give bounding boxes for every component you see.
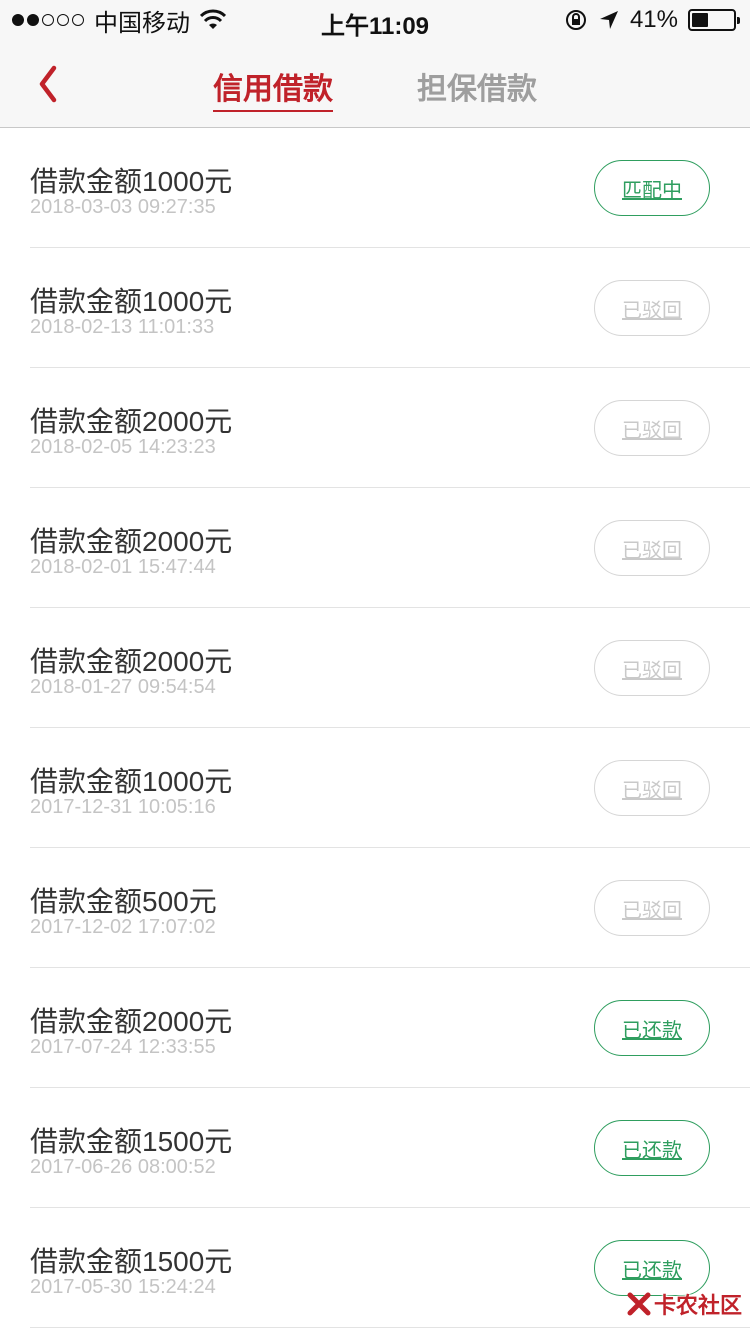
loan-status-button[interactable]: 已还款 <box>594 1120 710 1176</box>
rotation-lock-icon <box>565 10 586 30</box>
loan-date: 2018-02-05 14:23:23 <box>30 436 216 458</box>
loan-amount: 借款金额2000元 <box>30 646 233 677</box>
loan-date: 2018-01-27 09:54:54 <box>30 676 216 698</box>
loan-status-button[interactable]: 已还款 <box>594 1000 710 1056</box>
tab-credit-loan[interactable]: 信用借款 <box>213 64 333 112</box>
loan-status-button[interactable]: 已驳回 <box>594 520 710 576</box>
loan-amount: 借款金额1000元 <box>30 286 233 317</box>
loan-row[interactable]: 借款金额1000元 2018-03-03 09:27:35 匹配中 <box>30 128 750 248</box>
loan-status-button[interactable]: 已驳回 <box>594 400 710 456</box>
back-chevron-icon[interactable] <box>34 62 74 106</box>
loan-row[interactable]: 借款金额1500元 2017-06-26 08:00:52 已还款 <box>30 1088 750 1208</box>
nav-bar: 信用借款 担保借款 <box>0 40 750 128</box>
location-arrow-icon <box>599 11 618 29</box>
loan-amount: 借款金额2000元 <box>30 1006 233 1037</box>
loan-row[interactable]: 借款金额500元 2017-12-02 17:07:02 已驳回 <box>30 848 750 968</box>
loan-date: 2017-07-24 12:33:55 <box>30 1036 216 1058</box>
loan-list: 借款金额1000元 2018-03-03 09:27:35 匹配中 借款金额1000元… <box>0 128 750 1328</box>
loan-status-button[interactable]: 已驳回 <box>594 280 710 336</box>
watermark-text: 卡农社区 <box>653 1293 742 1318</box>
loan-row[interactable]: 借款金额2000元 2018-02-05 14:23:23 已驳回 <box>30 368 750 488</box>
loan-amount: 借款金额500元 <box>30 886 217 917</box>
loan-amount: 借款金额1000元 <box>30 766 233 797</box>
loan-date: 2017-12-02 17:07:02 <box>30 916 216 938</box>
loan-row[interactable]: 借款金额1000元 2017-12-31 10:05:16 已驳回 <box>30 728 750 848</box>
loan-row[interactable]: 借款金额2000元 2018-02-01 15:47:44 已驳回 <box>30 488 750 608</box>
loan-status-button[interactable]: 已驳回 <box>594 640 710 696</box>
battery-percent: 41% <box>629 6 678 33</box>
loan-row[interactable]: 借款金额2000元 2018-01-27 09:54:54 已驳回 <box>30 608 750 728</box>
loan-row[interactable]: 借款金额1000元 2018-02-13 11:01:33 已驳回 <box>30 248 750 368</box>
loan-status-button[interactable]: 已驳回 <box>594 760 710 816</box>
loan-status-button[interactable]: 匹配中 <box>594 160 710 216</box>
status-bar: 中国移动 上午11:09 41% <box>0 0 750 40</box>
tab-guarantee-loan[interactable]: 担保借款 <box>417 64 537 108</box>
loan-amount: 借款金额1500元 <box>30 1246 233 1277</box>
loan-amount: 借款金额2000元 <box>30 406 233 437</box>
loan-date: 2017-06-26 08:00:52 <box>30 1156 216 1178</box>
battery-icon <box>688 9 740 31</box>
watermark: 卡农社区 <box>626 1288 742 1320</box>
loan-row[interactable]: 借款金额2000元 2017-07-24 12:33:55 已还款 <box>30 968 750 1088</box>
loan-amount: 借款金额2000元 <box>30 526 233 557</box>
battery-fill <box>692 13 709 27</box>
status-right: 41% <box>564 6 740 34</box>
loan-date: 2018-03-03 09:27:35 <box>30 196 216 218</box>
loan-amount: 借款金额1000元 <box>30 166 233 197</box>
loan-date: 2017-05-30 15:24:24 <box>30 1276 216 1298</box>
watermark-logo-icon <box>627 1292 651 1316</box>
loan-date: 2018-02-13 11:01:33 <box>30 316 215 338</box>
loan-date: 2017-12-31 10:05:16 <box>30 796 216 818</box>
loan-status-button[interactable]: 已驳回 <box>594 880 710 936</box>
loan-date: 2018-02-01 15:47:44 <box>30 556 216 578</box>
loan-amount: 借款金额1500元 <box>30 1126 233 1157</box>
